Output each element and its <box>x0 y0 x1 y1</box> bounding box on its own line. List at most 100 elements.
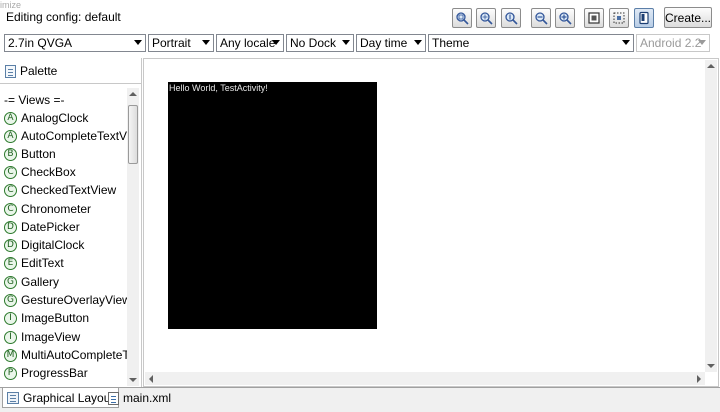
palette-item-label: AutoCompleteTextView <box>21 129 127 143</box>
locale-select[interactable]: Any locale <box>216 34 284 52</box>
zoom-out-icon <box>535 12 548 25</box>
widget-icon: C <box>4 202 17 216</box>
clip-to-screen-button[interactable] <box>584 8 604 28</box>
scroll-down-icon[interactable] <box>129 378 137 382</box>
palette-item[interactable]: I ImageButton <box>4 309 127 327</box>
widget-icon: P <box>4 366 17 380</box>
palette-icon <box>5 65 16 78</box>
palette-item-label: DigitalClock <box>21 238 85 252</box>
zoom-real-size-icon <box>456 12 469 25</box>
palette-item[interactable]: A AutoCompleteTextView <box>4 127 127 145</box>
scroll-down-icon[interactable] <box>707 364 715 368</box>
chevron-down-icon <box>342 40 350 45</box>
palette-item-label: ImageView <box>21 330 81 344</box>
palette-item-label: Button <box>21 147 56 161</box>
editor-header: imize Editing config: default Create... <box>0 0 720 32</box>
tab-graphical-layout[interactable]: Graphical Layout <box>2 388 119 408</box>
ghost-tooltip-text: imize <box>0 0 22 10</box>
chevron-down-icon <box>698 40 706 45</box>
xml-file-icon <box>108 391 119 405</box>
palette-item-label: AnalogClock <box>21 111 89 125</box>
clip-to-screen-icon <box>588 12 600 24</box>
palette-item-label: CheckedTextView <box>21 183 117 197</box>
zoom-in-icon <box>559 12 572 25</box>
widget-icon: D <box>4 238 17 252</box>
scroll-left-icon[interactable] <box>149 375 153 383</box>
theme-select-value: Theme <box>432 36 470 50</box>
orientation-select-value: Portrait <box>152 36 191 50</box>
widget-icon: E <box>4 256 17 270</box>
zoom-fit-button[interactable] <box>476 8 496 28</box>
palette-item[interactable]: C Chronometer <box>4 200 127 218</box>
palette-item-label: ProgressBar <box>21 366 88 380</box>
zoom-100-button[interactable] <box>501 8 521 28</box>
canvas-vertical-scrollbar[interactable] <box>705 60 717 372</box>
tab-graphical-layout-label: Graphical Layout <box>23 390 114 405</box>
palette-item[interactable]: M MultiAutoCompleteTextView <box>4 346 127 364</box>
create-config-button[interactable]: Create... <box>664 7 712 28</box>
device-screen-preview[interactable]: Hello World, TestActivity! <box>168 82 377 329</box>
palette-item[interactable]: P ProgressBar <box>4 364 127 382</box>
widget-icon: C <box>4 183 17 197</box>
device-frame-button[interactable] <box>634 8 654 28</box>
palette-item-label: MultiAutoCompleteTextView <box>21 348 127 362</box>
theme-select[interactable]: Theme <box>428 34 634 52</box>
palette-item[interactable]: E EditText <box>4 254 127 272</box>
chevron-down-icon <box>134 40 142 45</box>
zoom-out-button[interactable] <box>531 8 551 28</box>
palette-item[interactable]: G Gallery <box>4 273 127 291</box>
editor-tab-bar: Graphical Layout main.xml <box>0 387 720 412</box>
device-frame-icon <box>639 11 649 25</box>
widget-icon: B <box>4 147 17 161</box>
canvas-horizontal-scrollbar[interactable] <box>145 372 705 385</box>
widget-icon: A <box>4 111 17 125</box>
scroll-right-icon[interactable] <box>697 375 701 383</box>
target-select: Android 2.2 <box>636 34 710 52</box>
orientation-select[interactable]: Portrait <box>148 34 214 52</box>
palette-list: -= Views =- A AnalogClock A AutoCompleteTe… <box>0 85 127 386</box>
widget-icon: I <box>4 330 17 344</box>
layout-icon <box>7 391 19 404</box>
widget-icon: D <box>4 220 17 234</box>
palette-title: Palette <box>20 64 58 78</box>
show-layout-bounds-button[interactable] <box>609 8 629 28</box>
palette-item[interactable]: C CheckedTextView <box>4 181 127 199</box>
palette-item[interactable]: D DigitalClock <box>4 236 127 254</box>
palette-item-label: GestureOverlayView <box>21 293 127 307</box>
device-select[interactable]: 2.7in QVGA <box>4 34 146 52</box>
palette-item-label: EditText <box>21 256 64 270</box>
hello-textview[interactable]: Hello World, TestActivity! <box>169 83 268 93</box>
scrollbar-thumb[interactable] <box>128 105 138 164</box>
widget-icon: I <box>4 311 17 325</box>
widget-icon: C <box>4 165 17 179</box>
zoom-real-size-button[interactable] <box>452 8 472 28</box>
chevron-down-icon <box>272 40 280 45</box>
time-select-value: Day time <box>360 36 408 50</box>
palette-item-label: ImageButton <box>21 311 90 325</box>
palette-header: Palette <box>0 59 141 84</box>
palette-item-label: Chronometer <box>21 202 92 216</box>
palette-item[interactable]: I ImageView <box>4 328 127 346</box>
tab-main-xml-label: main.xml <box>123 391 172 405</box>
palette-item[interactable]: A AnalogClock <box>4 109 127 127</box>
palette-scrollbar[interactable] <box>127 88 139 386</box>
widget-icon: G <box>4 275 17 289</box>
time-select[interactable]: Day time <box>356 34 426 52</box>
palette-item-label: DatePicker <box>21 220 80 234</box>
chevron-down-icon <box>622 40 630 45</box>
palette-item[interactable]: G GestureOverlayView <box>4 291 127 309</box>
palette-item-label: Gallery <box>21 275 60 289</box>
device-select-value: 2.7in QVGA <box>8 36 73 50</box>
dock-select[interactable]: No Dock <box>286 34 354 52</box>
tab-main-xml[interactable]: main.xml <box>104 388 175 408</box>
scroll-up-icon[interactable] <box>129 92 137 96</box>
palette-item[interactable]: B Button <box>4 145 127 163</box>
palette-item[interactable]: D DatePicker <box>4 218 127 236</box>
palette-group-views[interactable]: -= Views =- <box>4 93 64 107</box>
locale-select-value: Any locale <box>220 36 276 50</box>
sash-divider[interactable] <box>141 58 142 387</box>
palette-item[interactable]: C CheckBox <box>4 163 127 181</box>
zoom-in-button[interactable] <box>555 8 575 28</box>
widget-icon: M <box>4 348 17 362</box>
scroll-up-icon[interactable] <box>707 64 715 68</box>
